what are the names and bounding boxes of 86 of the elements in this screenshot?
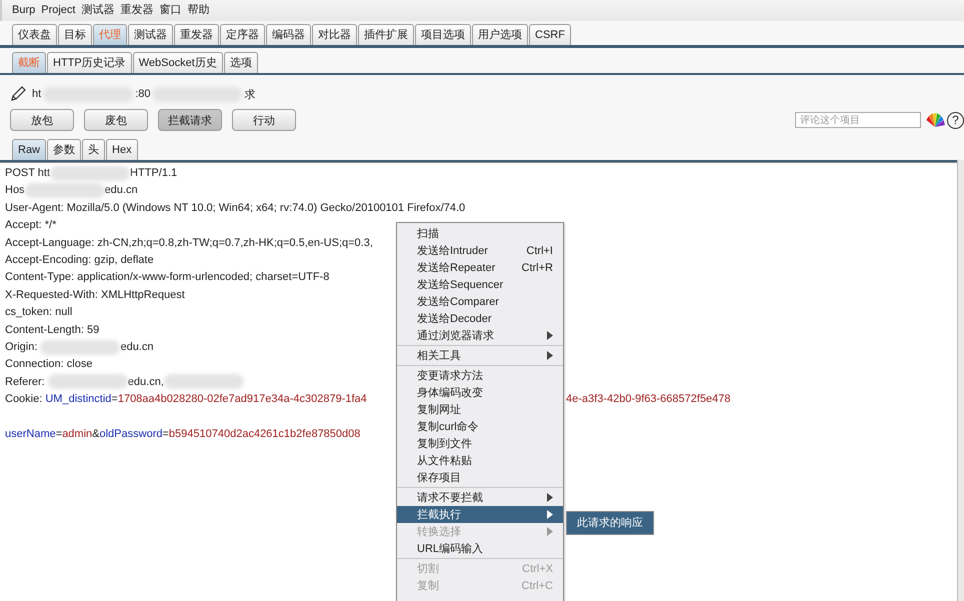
menu-item[interactable]: 发送给Decoder <box>397 310 563 327</box>
submenu-arrow-icon <box>547 331 553 340</box>
tab[interactable]: 项目选项 <box>415 24 471 45</box>
menu-item[interactable]: 重发器 <box>120 3 154 18</box>
tab[interactable]: 仪表盘 <box>12 24 57 45</box>
menu-item[interactable]: 窗口 <box>160 3 182 18</box>
menu-item[interactable]: 通过浏览器请求 <box>397 327 563 344</box>
comment-field[interactable]: 评论这个项目 <box>795 112 921 128</box>
request-text: edu.cn <box>120 340 154 353</box>
menu-item[interactable]: 发送给Comparer <box>397 293 563 310</box>
request-text: Content-Length: 59 <box>5 324 100 336</box>
tab[interactable]: 测试器 <box>128 24 173 45</box>
request-text: = <box>111 393 118 406</box>
tab[interactable]: WebSocket历史 <box>132 52 223 73</box>
color-fan-icon[interactable] <box>925 112 945 128</box>
menu-item[interactable]: 发送给Intruder Ctrl+I <box>397 242 563 259</box>
menu-item[interactable]: 测试器 <box>82 3 114 18</box>
menu-item[interactable]: URL编码输入 <box>397 540 563 557</box>
tab[interactable]: 选项 <box>224 52 258 73</box>
menu-item[interactable]: 复制curl命令 <box>397 418 563 435</box>
menu-item[interactable]: 帮助 <box>188 3 210 18</box>
request-text: cs_token: null <box>5 306 72 318</box>
param-name: oldPassword <box>100 428 162 440</box>
tab[interactable]: 目标 <box>58 24 92 45</box>
param-name: UM_distinctid <box>45 393 112 406</box>
menu-item[interactable]: 保存项目 <box>397 469 563 486</box>
action-button[interactable]: 行动 <box>232 109 296 131</box>
menu-item[interactable]: 扫描 <box>397 225 563 242</box>
tab[interactable]: Hex <box>106 139 138 160</box>
action-button[interactable]: 放包 <box>10 109 74 131</box>
action-button[interactable]: 废包 <box>84 109 148 131</box>
request-text: Connection: close <box>5 358 92 370</box>
request-text: POST htt <box>5 167 50 179</box>
request-text: 求 <box>244 88 256 102</box>
param-value: b594510740d2ac4261c1b2fe87850d08 <box>168 428 360 440</box>
tab[interactable]: 定序器 <box>220 24 265 45</box>
menu-item[interactable]: 身体编码改变 <box>397 384 563 401</box>
tab[interactable]: 参数 <box>47 139 82 160</box>
tab[interactable]: 重发器 <box>174 24 219 45</box>
menu-item[interactable]: 请求不要拦截 <box>397 489 563 506</box>
menu-item[interactable]: 发送给Repeater Ctrl+R <box>397 259 563 276</box>
request-text: Accept: */* <box>5 219 56 232</box>
request-text: Content-Type: application/x-www-form-urlencoded; charset=UTF-8 <box>5 271 330 284</box>
scrollbar[interactable] <box>957 160 964 601</box>
tab[interactable]: 插件扩展 <box>358 24 414 45</box>
request-text: HTTP/1.1 <box>130 167 178 179</box>
pencil-icon <box>10 86 26 102</box>
menu-item[interactable]: 相关工具 <box>397 347 563 364</box>
param-value: 4e-a3f3-42b0-9f63-668572f5e478 <box>566 393 731 406</box>
tab[interactable]: 编码器 <box>266 24 311 45</box>
menu-item[interactable]: 从文件粘贴 <box>397 452 563 469</box>
request-text: = <box>162 428 169 440</box>
request-text: Origin: <box>5 340 38 353</box>
request-text: Referer: <box>5 376 46 388</box>
param-name: userName <box>5 428 56 440</box>
menu-item[interactable]: 拦截执行 <box>397 506 563 523</box>
request-text: Hos <box>5 184 25 196</box>
help-button[interactable]: ? <box>947 112 964 128</box>
request-text: Cookie: <box>5 393 44 406</box>
menu-item[interactable]: Burp <box>12 3 36 18</box>
request-text: :80 <box>135 88 150 100</box>
request-text: X-Requested-With: XMLHttpRequest <box>5 288 185 301</box>
tab[interactable]: 对比器 <box>312 24 357 45</box>
request-text: ht <box>32 88 42 100</box>
submenu-arrow-icon <box>547 351 553 360</box>
request-text: edu.cn, <box>128 376 164 388</box>
request-text: Accept-Encoding: gzip, deflate <box>5 254 154 266</box>
request-text: User-Agent: Mozilla/5.0 (Windows NT 10.0; Win64; x64; rv:74.0) Gecko/20100101 Firefox/74.0 <box>5 202 466 214</box>
menu-item[interactable]: 发送给Sequencer <box>397 276 563 293</box>
param-value: 1708aa4b028280-02fe7ad917e34a-4c302879-1fa4 <box>118 393 367 406</box>
menu-item[interactable]: 此请求的响应 <box>567 512 653 534</box>
request-text: edu.cn <box>104 184 138 196</box>
tab[interactable]: CSRF <box>529 24 571 45</box>
tab[interactable]: 头 <box>82 139 106 160</box>
request-text: & <box>92 428 100 440</box>
param-value: admin <box>62 428 92 440</box>
menu-item[interactable]: 复制网址 <box>397 401 563 418</box>
menu-item[interactable]: Project <box>41 3 76 18</box>
tab[interactable]: 用户选项 <box>472 24 528 45</box>
menu-item[interactable]: 复制到文件 <box>397 435 563 452</box>
action-button[interactable]: 拦截请求 <box>158 109 222 131</box>
menu-item[interactable]: 变更请求方法 <box>397 367 563 384</box>
tab[interactable]: Raw <box>12 139 46 160</box>
request-text: = <box>56 428 62 440</box>
request-text: Accept-Language: zh-CN,zh;q=0.8,zh-TW;q=0.7,zh-HK;q=0.5,en-US;q=0.3, <box>5 236 373 249</box>
tab[interactable]: HTTP历史记录 <box>47 52 132 73</box>
